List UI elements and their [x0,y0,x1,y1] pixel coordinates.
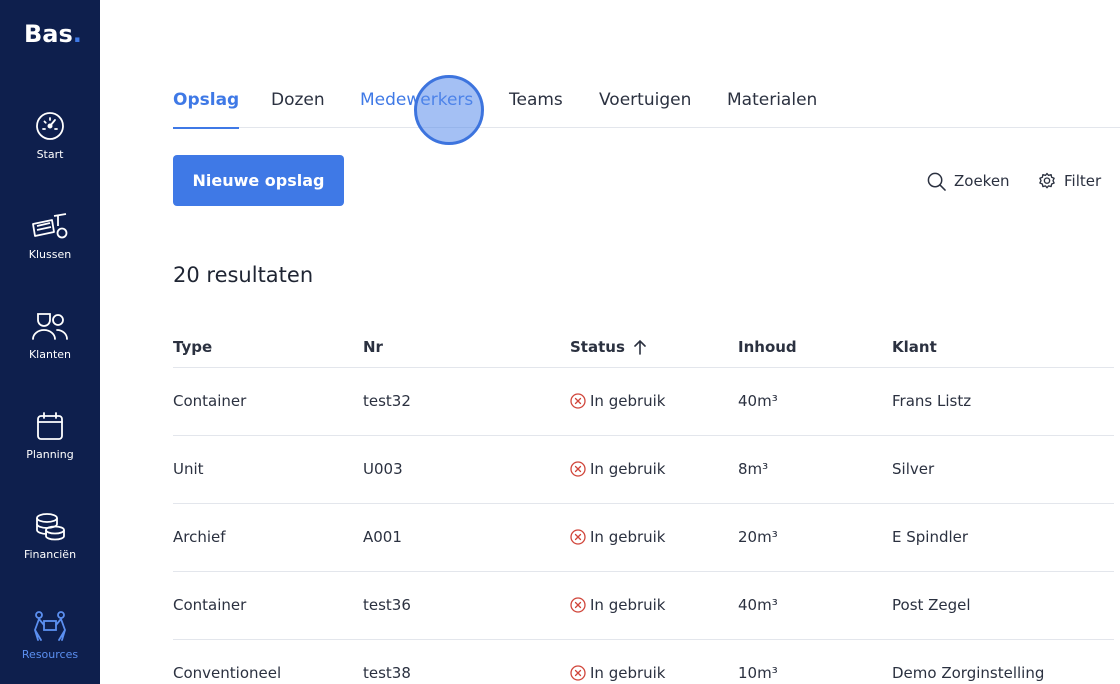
sidebar-item-klussen[interactable]: Klussen [0,210,100,290]
tab-materialen[interactable]: Materialen [727,88,817,128]
sidebar-item-financien[interactable]: Financiën [0,510,100,590]
cell-nr: test36 [363,596,411,614]
cell-status: In gebruik [570,596,666,614]
tab-dozen[interactable]: Dozen [271,88,325,128]
sidebar-item-label: Start [36,148,64,161]
column-header-klant[interactable]: Klant [892,338,937,356]
coins-stack-icon [36,513,65,541]
cell-type: Unit [173,460,204,478]
cell-klant: Demo Zorginstelling [892,664,1045,682]
results-count: 20 resultaten [173,263,314,287]
cell-nr: A001 [363,528,402,546]
table-row[interactable]: Conventioneel test38 In gebruik 10m³ Dem… [173,640,1114,684]
filter-button[interactable]: Filter [1038,170,1101,192]
column-header-status[interactable]: Status [570,338,647,356]
sidebar: Bas. Start Klussen Klanten Planning Fina… [0,0,100,684]
sidebar-item-resources[interactable]: Resources [0,610,100,684]
tab-voertuigen[interactable]: Voertuigen [599,88,691,128]
cell-klant: Post Zegel [892,596,971,614]
circle-x-icon [570,597,586,613]
sidebar-item-label: Planning [26,448,74,461]
cell-status: In gebruik [570,392,666,410]
column-header-status-label: Status [570,338,625,356]
sidebar-item-label: Resources [21,648,79,661]
cell-nr: U003 [363,460,403,478]
column-header-nr[interactable]: Nr [363,338,383,356]
search-button[interactable]: Zoeken [927,170,1010,192]
cell-status: In gebruik [570,664,666,682]
cell-inhoud: 10m³ [738,664,778,682]
table-row[interactable]: Container test36 In gebruik 40m³ Post Ze… [173,572,1114,640]
circle-x-icon [570,461,586,477]
cell-type: Container [173,392,247,410]
sort-arrow-up-icon [634,339,646,355]
storage-table: Type Nr Status Inhoud Klant Container te… [173,328,1114,684]
new-storage-button[interactable]: Nieuwe opslag [173,155,344,206]
tab-teams[interactable]: Teams [509,88,563,128]
table-row[interactable]: Archief A001 In gebruik 20m³ E Spindler [173,504,1114,572]
column-header-inhoud[interactable]: Inhoud [738,338,797,356]
gear-icon [1039,172,1055,189]
filter-label: Filter [1064,172,1102,190]
tab-medewerkers[interactable]: Medewerkers [360,88,473,128]
customers-icon [32,313,68,340]
calendar-icon [37,412,63,440]
table-row[interactable]: Unit U003 In gebruik 8m³ Silver [173,436,1114,504]
container-truck-icon [32,213,68,239]
sidebar-item-label: Klanten [28,348,72,361]
tab-opslag[interactable]: Opslag [173,88,240,129]
dashboard-gauge-icon [36,112,64,140]
cell-klant: Silver [892,460,935,478]
sidebar-item-label: Klussen [28,248,72,261]
cell-nr: test32 [363,392,411,410]
movers-icon [34,611,66,641]
circle-x-icon [570,665,586,681]
cell-klant: E Spindler [892,528,969,546]
column-header-type[interactable]: Type [173,338,212,356]
cell-status: In gebruik [570,528,666,546]
cell-type: Archief [173,528,226,546]
cell-nr: test38 [363,664,411,682]
sidebar-item-planning[interactable]: Planning [0,410,100,490]
resource-tabs: Opslag Dozen Medewerkers Teams Voertuige… [173,88,1120,129]
sidebar-item-klanten[interactable]: Klanten [0,310,100,390]
cell-inhoud: 8m³ [738,460,769,478]
cell-status: In gebruik [570,460,666,478]
app-logo[interactable]: Bas. [24,20,82,48]
table-row[interactable]: Container test32 In gebruik 40m³ Frans L… [173,368,1114,436]
cell-klant: Frans Listz [892,392,972,410]
sidebar-item-start[interactable]: Start [0,110,100,190]
table-header: Type Nr Status Inhoud Klant [173,328,1114,368]
cell-type: Conventioneel [173,664,282,682]
circle-x-icon [570,529,586,545]
cell-inhoud: 40m³ [738,596,778,614]
cell-inhoud: 20m³ [738,528,778,546]
cell-inhoud: 40m³ [738,392,778,410]
cell-type: Container [173,596,247,614]
search-icon [927,172,946,191]
circle-x-icon [570,393,586,409]
sidebar-item-label: Financiën [23,548,77,561]
search-label: Zoeken [954,172,1010,190]
